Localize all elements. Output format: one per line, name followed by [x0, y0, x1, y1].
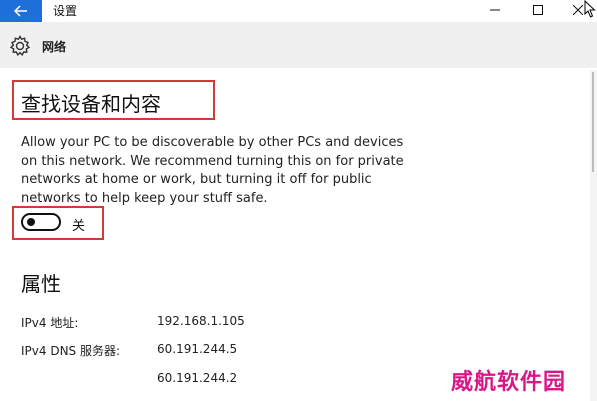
mouse-cursor-icon — [584, 0, 596, 18]
page-header: 网络 — [0, 22, 597, 68]
close-icon — [573, 5, 583, 15]
ipv4-address-label: IPv4 地址: — [21, 316, 79, 330]
minimize-button[interactable] — [475, 0, 515, 22]
discovery-toggle[interactable] — [21, 213, 61, 231]
back-arrow-icon — [14, 5, 27, 17]
ipv4-dns-label: IPv4 DNS 服务器: — [21, 344, 121, 358]
ipv4-address-value: 192.168.1.105 — [157, 314, 245, 328]
discovery-heading: 查找设备和内容 — [21, 92, 161, 116]
watermark-logo: 威航软件园 — [451, 370, 567, 395]
page-title: 网络 — [42, 40, 67, 54]
maximize-button[interactable] — [518, 0, 558, 22]
toggle-knob — [27, 218, 35, 226]
ipv4-dns-value-1: 60.191.244.5 — [157, 342, 238, 356]
maximize-icon — [533, 5, 543, 15]
title-bar: 设置 — [0, 0, 597, 22]
gear-icon — [9, 35, 31, 56]
minimize-icon — [490, 9, 500, 11]
window-title: 设置 — [53, 4, 78, 18]
ipv4-dns-value-2: 60.191.244.2 — [157, 371, 238, 385]
toggle-state-label: 关 — [72, 219, 86, 234]
scrollbar-thumb[interactable] — [592, 72, 594, 172]
back-button[interactable] — [0, 0, 42, 22]
properties-heading: 属性 — [21, 272, 61, 296]
discovery-description: Allow your PC to be discoverable by othe… — [21, 135, 404, 206]
